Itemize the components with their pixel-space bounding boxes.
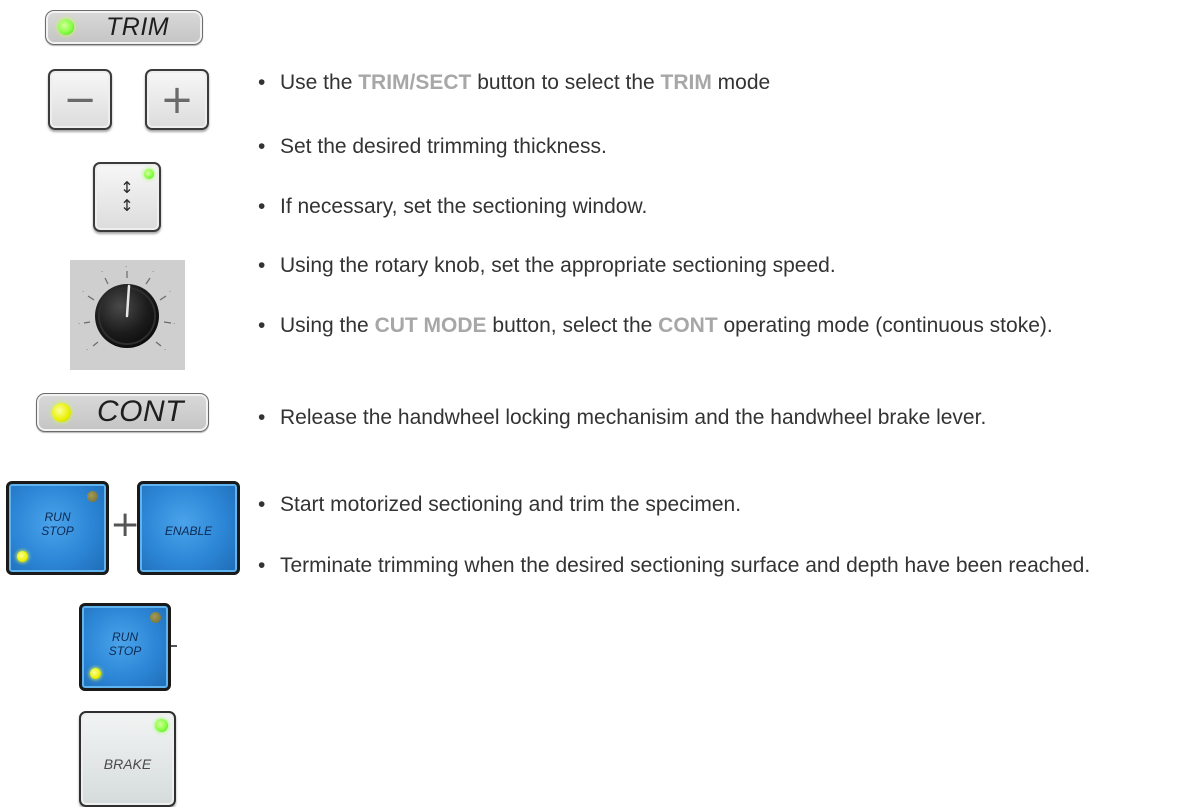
list-item: • Set the desired trimming thickness. bbox=[258, 131, 1188, 162]
svg-text:·: · bbox=[164, 346, 166, 354]
arrow-up-icon: ↕ bbox=[120, 196, 134, 215]
yellow-led-icon bbox=[52, 403, 71, 422]
list-item: • Using the rotary knob, set the appropri… bbox=[258, 250, 1188, 281]
text-run: mode bbox=[711, 71, 771, 94]
bullet-icon: • bbox=[258, 135, 266, 158]
key-combination-plus: + bbox=[110, 504, 141, 545]
step-text: Start motorized sectioning and trim the … bbox=[280, 489, 1188, 520]
text-run: Use the bbox=[280, 71, 359, 94]
svg-text:·: · bbox=[86, 346, 88, 354]
bullet-icon: • bbox=[258, 314, 266, 337]
enable-button[interactable]: ENABLE bbox=[137, 481, 240, 575]
status-led-icon bbox=[87, 491, 98, 502]
svg-text:·: · bbox=[152, 268, 154, 276]
enable-label: ENABLE bbox=[164, 524, 213, 538]
yellow-led-icon bbox=[90, 668, 101, 679]
run-label: RUN bbox=[44, 510, 71, 524]
svg-text:·: · bbox=[125, 263, 127, 271]
svg-text:·: · bbox=[78, 320, 80, 328]
list-item: • Using the CUT MODE button, select the C… bbox=[258, 310, 1188, 341]
brake-label: BRAKE bbox=[103, 756, 152, 772]
bullet-icon: • bbox=[258, 195, 266, 218]
step-text: Use the TRIM/SECT button to select the T… bbox=[280, 67, 1188, 98]
text-run: button, select the bbox=[486, 314, 659, 337]
step-text: Set the desired trimming thickness. bbox=[280, 131, 1188, 162]
step-text: Terminate trimming when the desired sect… bbox=[280, 550, 1188, 581]
text-run: operating mode (continuous stoke). bbox=[717, 314, 1053, 337]
text-run: Using the rotary knob, set the appropria… bbox=[280, 254, 836, 277]
run-stop-button[interactable]: RUN STOP bbox=[6, 481, 109, 575]
step-text: Using the rotary knob, set the appropria… bbox=[280, 250, 1188, 281]
text-run: button to select the bbox=[471, 71, 661, 94]
text-run: Terminate trimming when the desired sect… bbox=[280, 554, 1091, 577]
keyword: CONT bbox=[658, 314, 718, 337]
keyword: CUT MODE bbox=[374, 314, 487, 337]
yellow-led-icon bbox=[17, 551, 28, 562]
trim-mode-indicator: TRIM bbox=[45, 10, 203, 45]
run-stop-button-stop[interactable]: RUN STOP bbox=[79, 603, 171, 691]
text-run: Using the bbox=[280, 314, 375, 337]
list-item: • Release the handwheel locking mechanisi… bbox=[258, 402, 1188, 433]
list-item: • Start motorized sectioning and trim the… bbox=[258, 489, 1188, 520]
rotary-knob-icon: · · · · · · · · · bbox=[78, 263, 175, 354]
step-text: If necessary, set the sectioning window. bbox=[280, 191, 1188, 222]
svg-text:·: · bbox=[169, 288, 171, 296]
decrease-thickness-button[interactable]: − bbox=[48, 69, 112, 130]
bullet-icon: • bbox=[258, 406, 266, 429]
stop-label: STOP bbox=[108, 644, 142, 658]
text-run: Set the desired trimming thickness. bbox=[280, 135, 607, 158]
list-item: • Terminate trimming when the desired sec… bbox=[258, 550, 1188, 581]
svg-text:·: · bbox=[173, 320, 175, 328]
increase-thickness-button[interactable]: + bbox=[145, 69, 209, 130]
keyword: TRIM bbox=[660, 71, 712, 94]
text-run: Release the handwheel locking mechanisim… bbox=[280, 406, 987, 429]
cont-mode-indicator: CONT bbox=[36, 393, 209, 432]
divider-tick bbox=[171, 645, 177, 647]
svg-text:·: · bbox=[82, 288, 84, 296]
cont-label: CONT bbox=[97, 395, 184, 428]
keyword: TRIM/SECT bbox=[358, 71, 472, 94]
bullet-icon: • bbox=[258, 71, 266, 94]
green-led-icon bbox=[144, 169, 154, 179]
brake-button[interactable]: BRAKE bbox=[79, 711, 176, 807]
trim-label: TRIM bbox=[106, 13, 170, 41]
list-item: • If necessary, set the sectioning window… bbox=[258, 191, 1188, 222]
bullet-icon: • bbox=[258, 493, 266, 516]
step-text: Using the CUT MODE button, select the CO… bbox=[280, 310, 1188, 341]
step-text: Release the handwheel locking mechanisim… bbox=[280, 402, 1188, 433]
text-run: If necessary, set the sectioning window. bbox=[280, 195, 648, 218]
run-label: RUN bbox=[112, 630, 138, 644]
minus-icon: − bbox=[63, 76, 97, 123]
green-led-icon bbox=[155, 719, 168, 732]
list-item: • Use the TRIM/SECT button to select the … bbox=[258, 67, 1188, 98]
speed-knob-panel[interactable]: · · · · · · · · · bbox=[70, 260, 185, 370]
text-run: Start motorized sectioning and trim the … bbox=[280, 493, 742, 516]
bullet-icon: • bbox=[258, 554, 266, 577]
bullet-icon: • bbox=[258, 254, 266, 277]
plus-icon: + bbox=[160, 76, 194, 123]
status-led-icon bbox=[150, 612, 161, 623]
stop-label: STOP bbox=[41, 524, 74, 538]
arrow-down-icon: ↕ bbox=[120, 178, 134, 197]
sectioning-window-button[interactable]: ↕ ↕ bbox=[93, 162, 161, 232]
green-led-icon bbox=[58, 19, 74, 35]
svg-text:·: · bbox=[101, 268, 103, 276]
